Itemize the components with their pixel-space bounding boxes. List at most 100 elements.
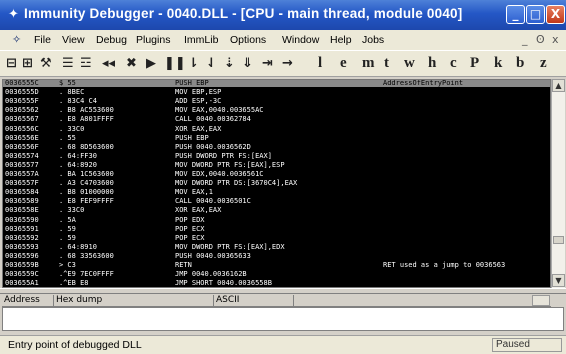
menu-plugins[interactable]: Plugins xyxy=(136,34,170,46)
disassembly-row[interactable]: 00365596 . 68 33563600 PUSH 0040.00365633 xyxy=(3,252,550,260)
close-button[interactable]: X xyxy=(546,5,565,24)
menu-debug[interactable]: Debug xyxy=(96,34,127,46)
row-address: 0036555C xyxy=(5,79,39,87)
row-address: 0036556F xyxy=(5,142,39,151)
row-hex-bytes: . 83C4 C4 xyxy=(59,97,97,106)
log-window-button[interactable]: l xyxy=(318,55,322,71)
row-disassembly: MOV DWORD PTR FS:[EAX],ESP xyxy=(175,160,285,169)
mdi-minimize-button[interactable]: _ xyxy=(522,33,528,46)
go-to-icon[interactable]: → xyxy=(282,56,293,72)
disassembly-row[interactable]: 0036557A . BA 1C563600 MOV EDX,0040.003656… xyxy=(3,170,550,178)
disassembly-row[interactable]: 0036555C $ 55 PUSH EBP AddressOfEntryPoint xyxy=(3,79,550,88)
dump-column-address[interactable]: Address xyxy=(2,295,54,306)
patches-button[interactable]: P xyxy=(470,55,479,71)
execute-till-return-icon[interactable]: ⇥ xyxy=(262,56,273,72)
rewind-icon[interactable]: ◂◂ xyxy=(102,56,115,72)
disassembly-row[interactable]: 00365577 . 64:8920 MOV DWORD PTR FS:[EAX],… xyxy=(3,160,550,169)
menu-file[interactable]: File xyxy=(34,34,51,46)
maximize-button[interactable]: □ xyxy=(526,5,545,24)
scroll-down-icon[interactable]: ▼ xyxy=(552,274,565,287)
disassembly-scrollbar[interactable]: ▲ ▼ xyxy=(551,79,565,288)
row-disassembly: PUSH 0040.0036562D xyxy=(175,142,251,151)
references-button[interactable]: z xyxy=(540,55,547,71)
menu-options[interactable]: Options xyxy=(230,34,266,46)
breakpoints-button[interactable]: b xyxy=(516,55,524,71)
row-address: 00365562 xyxy=(5,106,39,115)
disassembly-row[interactable]: 00365592 . 59 POP ECX xyxy=(3,234,550,242)
menu-view[interactable]: View xyxy=(62,34,85,46)
app-icon[interactable]: ✦ xyxy=(8,7,19,22)
executable-modules-button[interactable]: e xyxy=(340,55,347,71)
threads-button[interactable]: t xyxy=(384,55,389,71)
row-hex-bytes: . 64:8910 xyxy=(59,242,97,251)
toolbar: ⊟ ⊞ ⚒ ☰ ☲ ◂◂ ✖ ▶ ❚❚ ⇂ ⇃ ⇣ ⇓ ⇥ → l e m t … xyxy=(0,51,566,77)
mdi-restore-button[interactable]: ʘ xyxy=(536,33,545,46)
menu-window[interactable]: Window xyxy=(282,34,319,46)
trace-into-icon[interactable]: ⇣ xyxy=(224,56,235,72)
menu-jobs[interactable]: Jobs xyxy=(362,34,384,46)
disassembly-row[interactable]: 0036555F . 83C4 C4 ADD ESP,-3C xyxy=(3,97,550,106)
dump-pane[interactable] xyxy=(2,307,564,331)
stop-icon[interactable]: ✖ xyxy=(126,56,137,72)
disassembly-row[interactable]: 0036557F . A3 C4703600 MOV DWORD PTR DS:[3… xyxy=(3,179,550,187)
run-icon[interactable]: ▶ xyxy=(146,56,156,72)
trace-over-icon[interactable]: ⇓ xyxy=(242,56,253,72)
disassembly-row[interactable]: 00365593 . 64:8910 MOV DWORD PTR FS:[EAX],… xyxy=(3,242,550,251)
dump-scroll-button[interactable] xyxy=(532,295,550,306)
row-hex-bytes: $ 55 xyxy=(59,79,76,87)
call-stack-button[interactable]: k xyxy=(494,55,502,71)
row-disassembly: POP EDX xyxy=(175,215,205,224)
disassembly-row[interactable]: 00365562 . B8 AC553600 MOV EAX,0040.003655… xyxy=(3,106,550,115)
mdi-window-icon[interactable]: ✧ xyxy=(12,33,21,46)
cpu-button[interactable]: c xyxy=(450,55,457,71)
disassembly-row[interactable]: 00365584 . B8 01000000 MOV EAX,1 xyxy=(3,188,550,197)
disassembly-row[interactable]: 0036558E . 33C0 XOR EAX,EAX xyxy=(3,206,550,215)
row-disassembly: JMP 0040.0036162B xyxy=(175,270,247,279)
row-disassembly: XOR EAX,EAX xyxy=(175,206,222,215)
close-icon[interactable]: ⚒ xyxy=(40,56,52,72)
row-address: 0036555F xyxy=(5,97,39,106)
dump-column-hex[interactable]: Hex dump xyxy=(54,295,214,306)
pause-icon[interactable]: ❚❚ xyxy=(164,56,186,72)
disassembly-row[interactable]: 003655A1 .^EB E8 JMP SHORT 0040.0036558B xyxy=(3,279,550,287)
title-bar[interactable]: ✦ Immunity Debugger - 0040.DLL - [CPU - … xyxy=(0,0,566,30)
menu-help[interactable]: Help xyxy=(330,34,352,46)
disassembly-row[interactable]: 00365574 . 64:FF30 PUSH DWORD PTR FS:[EAX] xyxy=(3,151,550,160)
row-address: 0036557A xyxy=(5,170,39,178)
disassembly-row[interactable]: 0036555D . 8BEC MOV EBP,ESP xyxy=(3,88,550,96)
scroll-thumb[interactable] xyxy=(553,236,564,244)
status-message: Entry point of debugged DLL xyxy=(8,339,142,351)
open-icon[interactable]: ⊟ xyxy=(6,56,17,72)
settings-icon[interactable]: ☰ xyxy=(62,56,74,72)
row-address: 0036556E xyxy=(5,133,39,142)
restart-icon[interactable]: ⊞ xyxy=(22,56,33,72)
dump-column-ascii[interactable]: ASCII xyxy=(214,295,294,306)
disassembly-row[interactable]: 0036559B > C3 RETN RET used as a jump to 00… xyxy=(3,261,550,269)
disassembly-row[interactable]: 00365589 . E8 FEF9FFFF CALL 0040.0036501C xyxy=(3,197,550,205)
windows-button[interactable]: w xyxy=(404,55,415,71)
disassembly-row[interactable]: 00365590 . 5A POP EDX xyxy=(3,215,550,224)
disassembly-row[interactable]: 00365591 . 59 POP ECX xyxy=(3,225,550,233)
disassembly-row[interactable]: 0036556E . 55 PUSH EBP xyxy=(3,133,550,142)
disassembly-pane[interactable]: 0036555C $ 55 PUSH EBP AddressOfEntryPoint 0… xyxy=(2,79,551,288)
row-disassembly: PUSH DWORD PTR FS:[EAX] xyxy=(175,151,272,160)
mdi-close-button[interactable]: x xyxy=(552,33,559,46)
disassembly-row[interactable]: 0036556F . 68 8D563600 PUSH 0040.0036562D xyxy=(3,142,550,151)
row-address: 00365584 xyxy=(5,188,39,197)
disassembly-row[interactable]: 00365567 . E8 A801FFFF CALL 0040.00362784 xyxy=(3,115,550,124)
memory-map-button[interactable]: m xyxy=(362,55,375,71)
minimize-button[interactable]: _ xyxy=(506,5,525,24)
scroll-up-icon[interactable]: ▲ xyxy=(552,79,565,92)
row-hex-bytes: . BA 1C563600 xyxy=(59,170,114,178)
step-into-icon[interactable]: ⇂ xyxy=(188,56,199,72)
handles-button[interactable]: h xyxy=(428,55,436,71)
row-hex-bytes: .^E9 7EC0FFFF xyxy=(59,270,114,279)
step-over-icon[interactable]: ⇃ xyxy=(206,56,217,72)
row-hex-bytes: . 33C0 xyxy=(59,206,85,215)
disassembly-row[interactable]: 0036556C . 33C0 XOR EAX,EAX xyxy=(3,125,550,133)
menu-immlib[interactable]: ImmLib xyxy=(184,34,218,46)
row-disassembly: CALL 0040.00362784 xyxy=(175,115,251,124)
row-disassembly: MOV EDX,0040.0036561C xyxy=(175,170,264,178)
log-icon[interactable]: ☲ xyxy=(80,56,92,72)
disassembly-row[interactable]: 0036559C .^E9 7EC0FFFF JMP 0040.0036162B xyxy=(3,270,550,279)
